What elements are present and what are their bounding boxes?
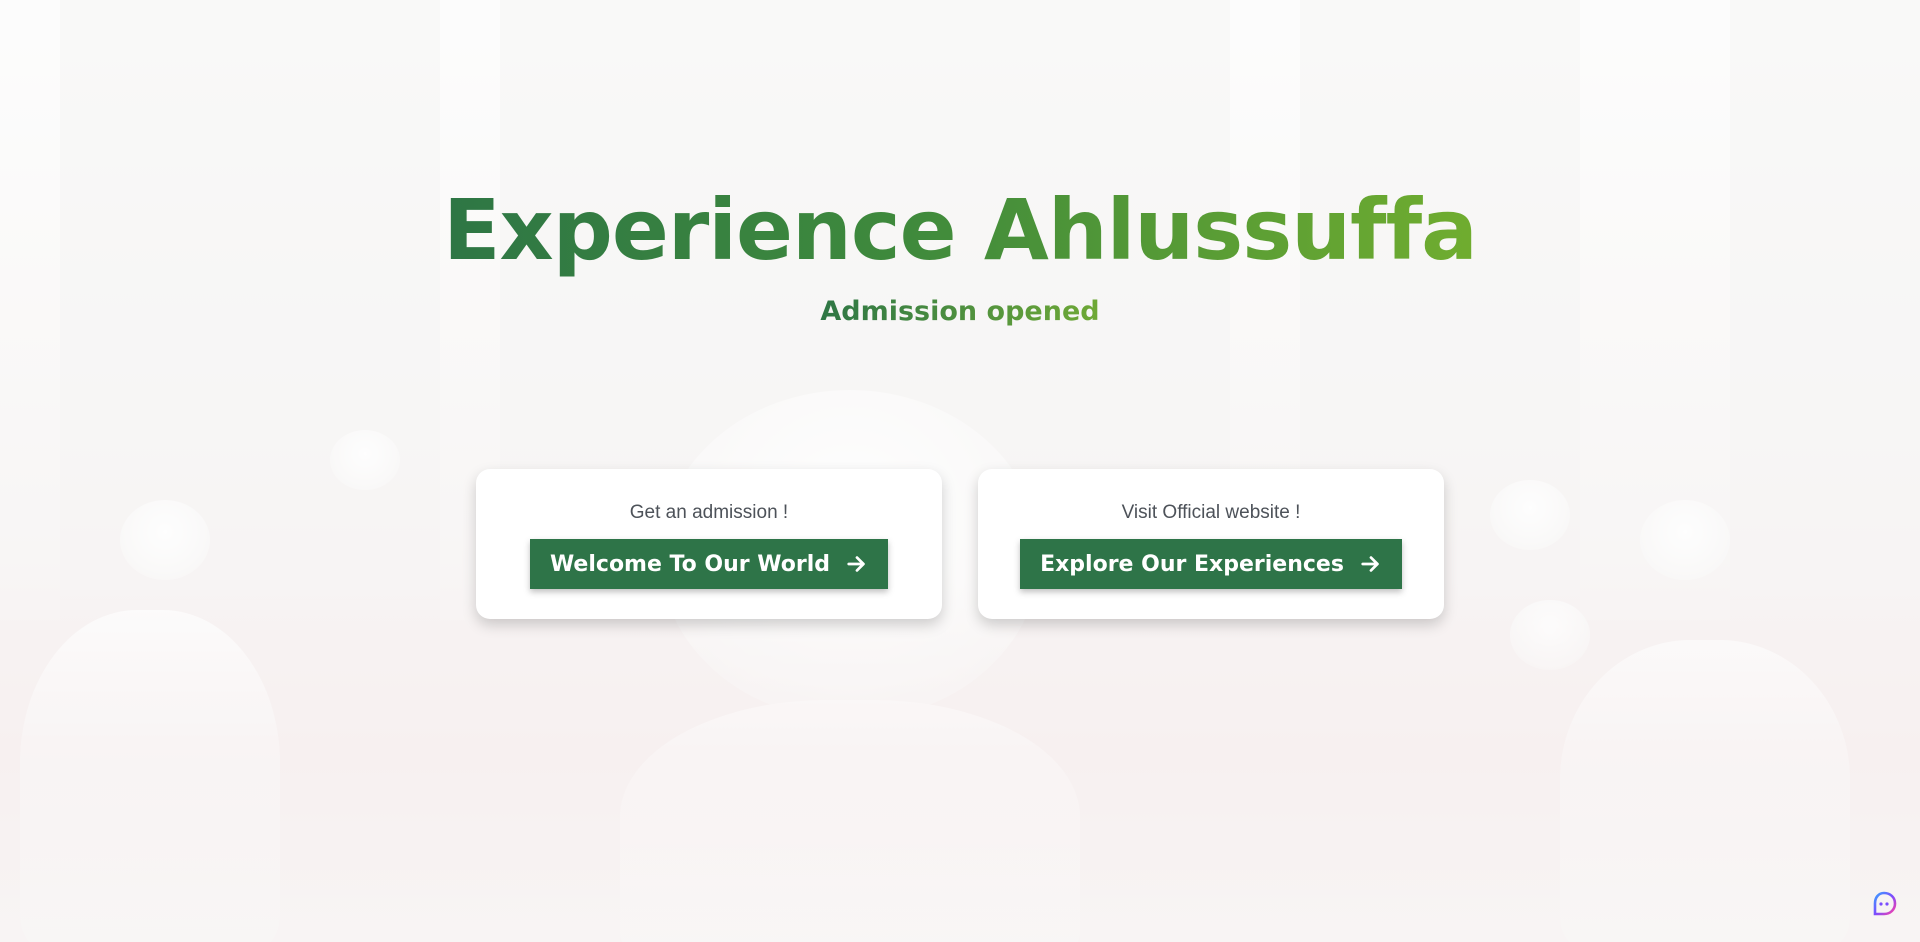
welcome-button[interactable]: Welcome To Our World xyxy=(529,539,889,589)
admission-card-label: Get an admission ! xyxy=(629,502,789,523)
hero-section: Experience Ahlussuffa Admission opened xyxy=(0,170,1920,327)
page-title: Experience Ahlussuffa xyxy=(443,170,1478,290)
admission-card: Get an admission ! Welcome To Our World xyxy=(476,469,942,619)
arrow-right-icon xyxy=(1361,556,1379,572)
page-subtitle: Admission opened xyxy=(820,296,1100,327)
arrow-right-icon xyxy=(847,556,865,572)
background-overlay xyxy=(0,0,1920,942)
explore-button-label: Explore Our Experiences xyxy=(1040,551,1344,577)
website-card: Visit Official website ! Explore Our Exp… xyxy=(978,469,1444,619)
welcome-button-label: Welcome To Our World xyxy=(549,551,831,577)
website-card-label: Visit Official website ! xyxy=(1121,502,1301,523)
explore-button[interactable]: Explore Our Experiences xyxy=(1020,539,1402,589)
assistant-chat-icon[interactable] xyxy=(1870,890,1898,918)
